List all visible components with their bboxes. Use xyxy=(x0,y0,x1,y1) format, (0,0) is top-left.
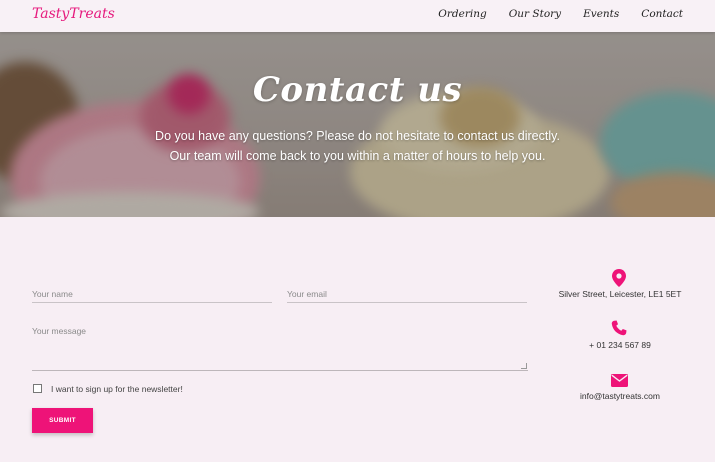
hero-subtitle-line1: Do you have any questions? Please do not… xyxy=(155,129,560,143)
newsletter-checkbox[interactable] xyxy=(33,384,42,393)
phone-icon xyxy=(611,320,627,336)
hero-subtitle-line2: Our team will come back to you within a … xyxy=(169,149,546,163)
contact-address: Silver Street, Leicester, LE1 5ET xyxy=(558,289,682,299)
nav-item-events[interactable]: Events xyxy=(583,8,619,20)
page-title: Contact us xyxy=(252,70,463,110)
brand-logo[interactable]: TastyTreats xyxy=(32,6,115,22)
contact-email[interactable]: info@tastytreats.com xyxy=(540,391,700,401)
nav-links: Ordering Our Story Events Contact xyxy=(438,8,683,20)
envelope-icon xyxy=(611,374,628,387)
email-input[interactable]: Your email xyxy=(287,289,327,299)
nav-item-ordering[interactable]: Ordering xyxy=(438,8,486,20)
contact-phone[interactable]: + 01 234 567 89 xyxy=(540,340,700,350)
top-navbar: TastyTreats Ordering Our Story Events Co… xyxy=(0,0,715,32)
message-textarea[interactable]: Your message xyxy=(32,326,86,336)
hero-banner: Contact us Do you have any questions? Pl… xyxy=(0,32,715,217)
hero-overlay xyxy=(0,32,715,217)
newsletter-label: I want to sign up for the newsletter! xyxy=(51,384,183,394)
map-marker-icon xyxy=(612,269,626,287)
nav-item-contact[interactable]: Contact xyxy=(641,8,683,20)
message-textarea-box[interactable] xyxy=(32,352,528,371)
nav-item-our-story[interactable]: Our Story xyxy=(509,8,561,20)
submit-button[interactable]: SUBMIT xyxy=(32,408,93,433)
email-input-underline xyxy=(287,302,527,303)
name-input-underline xyxy=(32,302,272,303)
resize-handle-icon[interactable] xyxy=(521,363,527,369)
name-input[interactable]: Your name xyxy=(32,289,73,299)
